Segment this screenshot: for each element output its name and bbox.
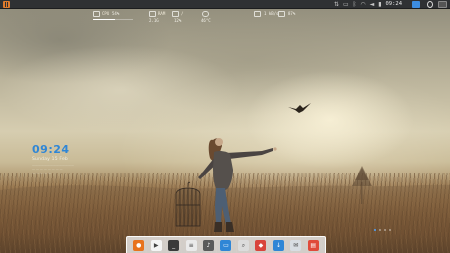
bird-silhouette [288,103,311,113]
display-settings-icon[interactable]: ▭ [220,239,232,251]
software-center-icon[interactable]: ◆ [255,239,267,251]
battery-icon[interactable]: ▮ [378,0,381,9]
search-icon-glyph: ⌕ [241,241,246,249]
download-icon-glyph: ↓ [275,241,281,249]
terminal-icon-glyph: _ [172,241,176,249]
memory-icon [149,11,156,17]
workspace-dot[interactable] [379,229,381,231]
desktop-wallpaper [0,0,450,253]
battery-icon [278,11,285,17]
media-player-icon-glyph: ▶ [153,241,159,249]
wallpaper-scene [0,103,450,253]
search-icon[interactable]: ⌕ [237,239,249,251]
notifications-icon[interactable] [412,1,420,8]
distro-menu-icon[interactable] [3,1,10,8]
workspace-dot[interactable] [374,229,376,231]
bluetooth-icon[interactable]: ᛒ [353,0,357,9]
cpu-icon [93,11,100,17]
firefox-icon-glyph: ● [136,241,142,249]
panel-clock[interactable]: 09:24 [386,0,403,9]
desktop-clock-time: 09:24 [32,143,70,156]
media-player-icon[interactable]: ▶ [150,239,162,251]
download-icon[interactable]: ↓ [272,239,284,251]
cpu-bar [93,19,133,20]
firefox-icon[interactable]: ● [133,239,145,253]
clock-info-line: — — — — — [32,171,51,175]
system-tray: ⇅ ▭ ᛒ ◠ ◄ ▮ 09:24 [334,0,402,9]
hdd-icon [172,11,179,17]
network-monitor-icon [254,11,261,17]
dock: ● ▶ _ ≡ ♪ ▭ ⌕ ◆ ↓ ✉ ▤ [126,236,326,253]
session-icon[interactable] [438,1,447,8]
workspace-switcher [374,229,394,231]
mail-icon-glyph: ✉ [293,241,299,249]
calendar-icon[interactable]: ▤ [307,239,319,251]
workspace-dot[interactable] [384,229,386,231]
desktop-clock-widget: 09:24 Sunday 15 Feb —————————————— — — —… [32,143,74,176]
microphone-icon-glyph: ♪ [206,241,211,249]
terminal-icon[interactable]: _ [168,239,180,251]
network-icon[interactable]: ⇅ [334,0,339,9]
text-editor-icon[interactable]: ≡ [185,239,197,251]
microphone-icon[interactable]: ♪ [203,239,215,251]
mail-icon[interactable]: ✉ [290,239,302,251]
software-center-icon-glyph: ◆ [258,241,264,249]
search-icon[interactable] [427,1,433,8]
wifi-icon[interactable]: ◠ [360,0,365,9]
calendar-icon-glyph: ▤ [310,241,317,249]
text-editor-icon-glyph: ≡ [188,241,194,249]
volume-icon[interactable]: ◄ [370,0,375,9]
top-panel: ⇅ ▭ ᛒ ◠ ◄ ▮ 09:24 [0,0,450,9]
display-icon[interactable]: ▭ [343,0,349,9]
workspace-dot[interactable] [389,229,391,231]
thermometer-icon [202,11,209,17]
display-settings-icon-glyph: ▭ [223,241,229,249]
